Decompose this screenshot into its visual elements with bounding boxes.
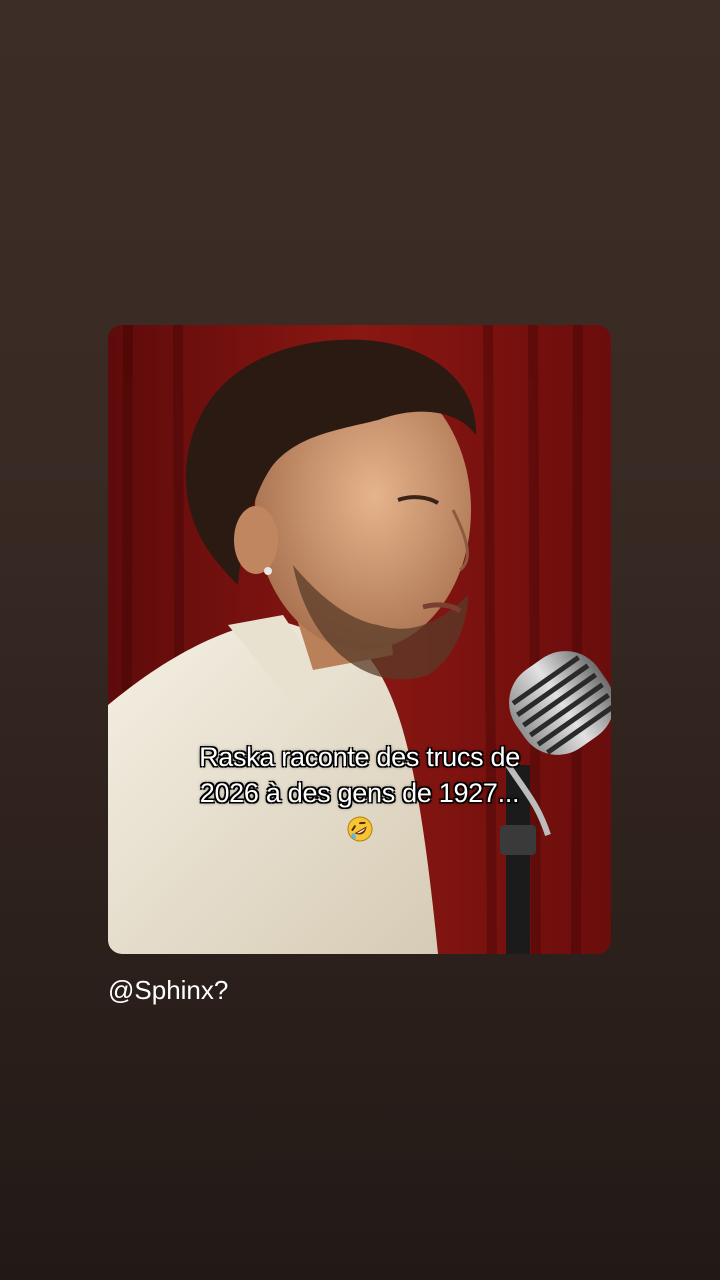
caption-line-2: 2026 à des gens de 1927... [199, 778, 520, 808]
story-media-card[interactable]: Raska raconte des trucs de 2026 à des ge… [108, 325, 611, 954]
rolling-on-floor-laughing-icon [347, 816, 372, 842]
video-frame-image [108, 325, 611, 954]
story-caption: Raska raconte des trucs de 2026 à des ge… [148, 739, 571, 852]
story-screen: { "story": { "caption_line_1": "Raska ra… [0, 0, 720, 1280]
caption-line-1: Raska raconte des trucs de [199, 742, 520, 772]
mention-tag[interactable]: @Sphinx? [108, 972, 228, 1008]
